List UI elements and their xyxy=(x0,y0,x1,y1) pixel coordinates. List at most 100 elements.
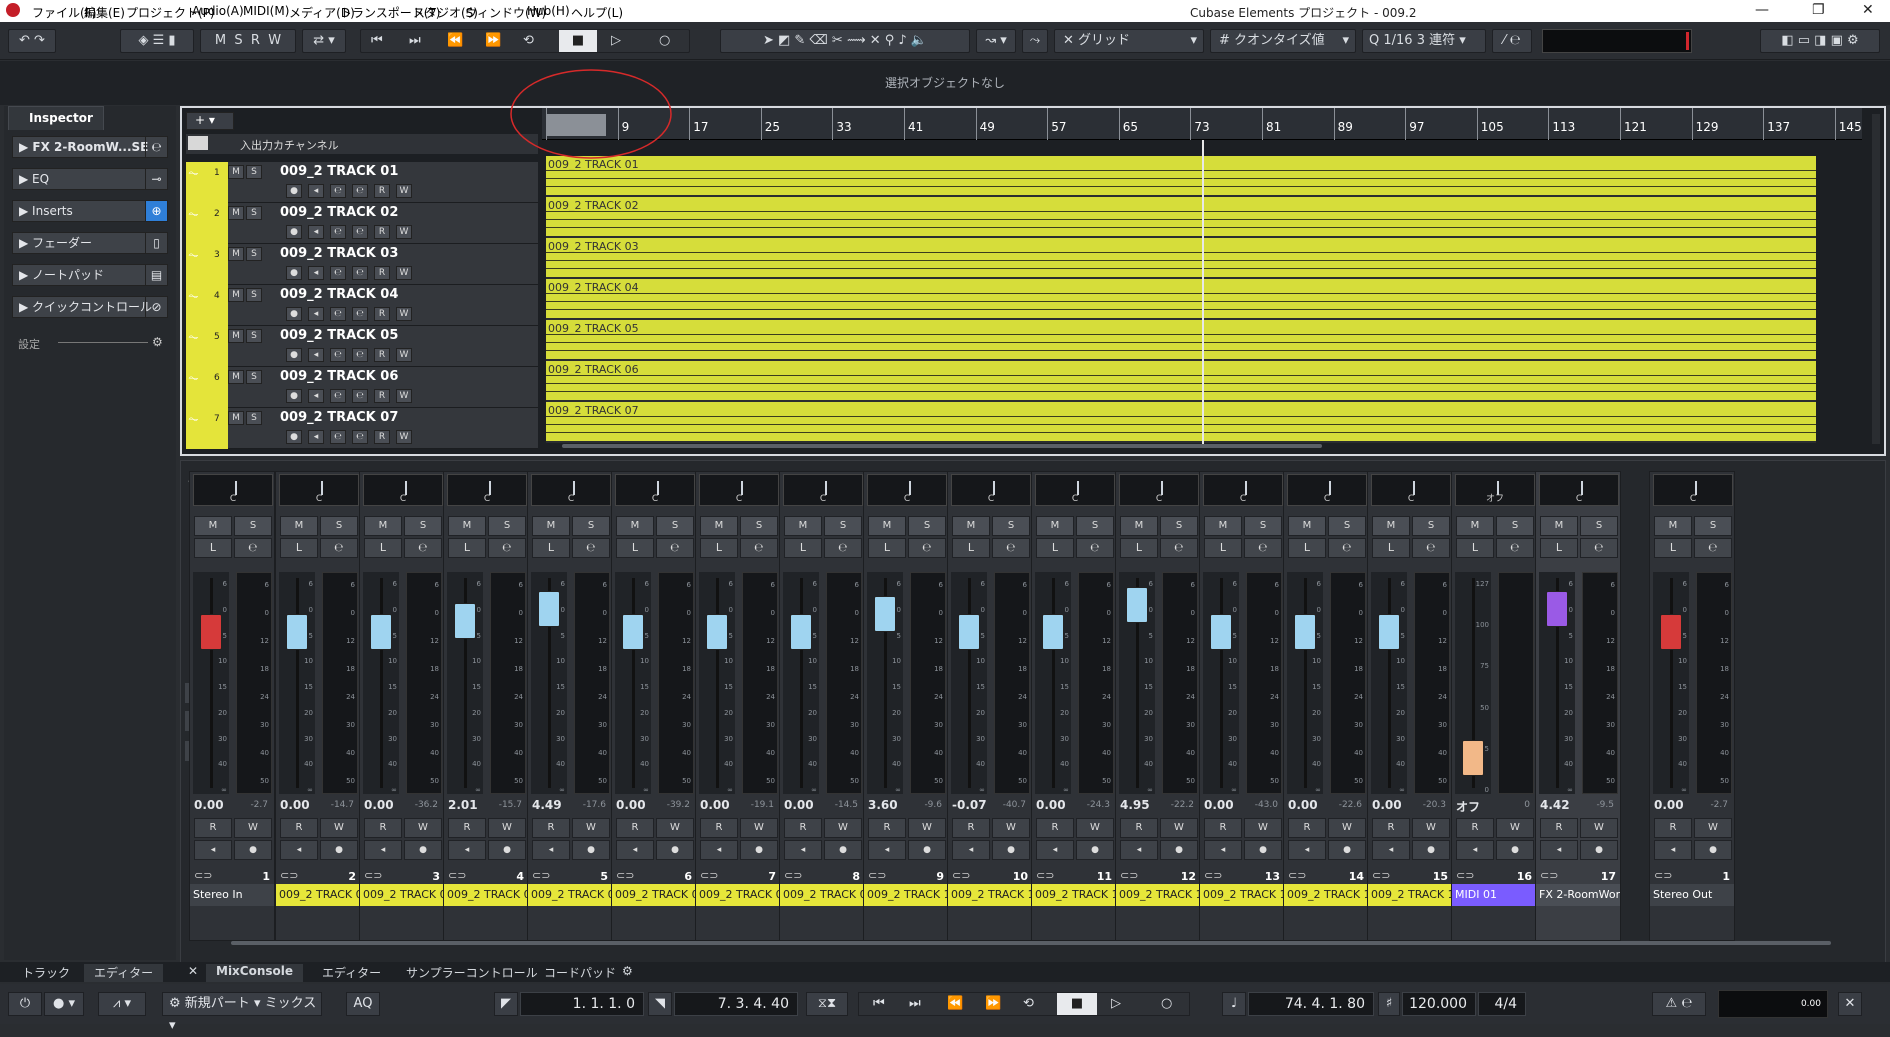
read-automation-button[interactable]: R xyxy=(374,266,390,280)
left-locator[interactable]: 1. 1. 1. 0 xyxy=(520,992,644,1016)
link-icon[interactable]: ⊂⊃ xyxy=(448,869,466,882)
pan-control[interactable]: C xyxy=(1119,474,1199,506)
inspector-section-fader[interactable]: ▶ フェーダー ▯ xyxy=(12,232,168,254)
listen-button[interactable]: L xyxy=(532,538,570,558)
solo-button[interactable]: S xyxy=(488,516,526,536)
record-icon[interactable]: ○ xyxy=(1161,996,1172,1011)
write-all-button[interactable]: W xyxy=(268,33,281,48)
pan-control[interactable]: C xyxy=(1203,474,1283,506)
peak-value[interactable]: -40.7 xyxy=(1003,800,1026,810)
write-automation-button[interactable]: W xyxy=(396,307,412,321)
stop-icon[interactable]: ■ xyxy=(559,30,597,52)
mute-button[interactable]: M xyxy=(952,516,990,536)
link-icon[interactable]: ⊂⊃ xyxy=(280,869,298,882)
close-zone-icon[interactable]: ✕ xyxy=(178,964,208,982)
solo-button[interactable]: S xyxy=(1328,516,1366,536)
monitor-button[interactable]: ◂ xyxy=(1456,840,1494,860)
mute-button[interactable]: M xyxy=(280,516,318,536)
monitor-button[interactable]: ◂ xyxy=(532,840,570,860)
listen-button[interactable]: L xyxy=(1654,538,1692,558)
channel-name[interactable]: FX 2-RoomWorks xyxy=(1536,884,1620,906)
menu-audio[interactable]: Audio(A) xyxy=(192,4,244,18)
write-automation-button[interactable]: W xyxy=(396,348,412,362)
mute-button[interactable]: M xyxy=(532,516,570,536)
track-header[interactable]: ⏦ 4 M S 009_2 TRACK 04 ● ◂ ℮ ℮ R W xyxy=(186,285,538,326)
link-icon[interactable]: ⊂⊃ xyxy=(364,869,382,882)
peak-value[interactable]: -9.6 xyxy=(924,800,942,810)
solo-button[interactable]: S xyxy=(1496,516,1534,536)
volume-value[interactable]: 4.95 xyxy=(1120,798,1150,812)
audio-event[interactable]: 009_2 TRACK 06 xyxy=(546,361,1816,402)
mute-button[interactable]: M xyxy=(1540,516,1578,536)
quantize-type-select[interactable]: # クオンタイズ値 ▾ xyxy=(1210,29,1356,53)
edit-channel-button[interactable]: ℮ xyxy=(404,538,442,558)
track-solo-button[interactable]: S xyxy=(246,411,262,425)
monitor-button[interactable]: ◂ xyxy=(1120,840,1158,860)
forward-icon[interactable]: ⏩ xyxy=(485,30,501,52)
volume-fader[interactable] xyxy=(1210,614,1232,650)
volume-fader[interactable] xyxy=(622,614,644,650)
edit-channel-button[interactable]: ℮ xyxy=(234,538,272,558)
track-solo-button[interactable]: S xyxy=(246,329,262,343)
solo-button[interactable]: S xyxy=(1076,516,1114,536)
record-enable-button[interactable]: ● xyxy=(740,840,778,860)
mute-button[interactable]: M xyxy=(194,516,232,536)
rewind-icon[interactable]: ⏪ xyxy=(947,996,963,1011)
track-name[interactable]: 009_2 TRACK 02 xyxy=(280,205,398,220)
monitor-button[interactable]: ◂ xyxy=(784,840,822,860)
edit-channel-button[interactable]: ℮ xyxy=(908,538,946,558)
write-automation-button[interactable]: W xyxy=(488,818,526,838)
play-icon[interactable]: ▷ xyxy=(1111,996,1121,1011)
notepad-icon[interactable]: ▤ xyxy=(145,265,167,285)
monitor-button[interactable]: ◂ xyxy=(194,840,232,860)
link-icon[interactable]: ⊂⊃ xyxy=(1540,869,1558,882)
edit-instrument-button[interactable]: ℮ xyxy=(352,348,368,362)
track-header[interactable]: ⏦ 5 M S 009_2 TRACK 05 ● ◂ ℮ ℮ R W xyxy=(186,326,538,367)
read-automation-button[interactable]: R xyxy=(1120,818,1158,838)
ruler[interactable]: 1917253341495765738189971051131211291371… xyxy=(542,108,1862,140)
monitor-button[interactable]: ◂ xyxy=(868,840,906,860)
vertical-scrollbar[interactable] xyxy=(1872,114,1880,444)
link-icon[interactable]: ⊂⊃ xyxy=(194,869,212,882)
tempo-track-icon[interactable]: ♯ xyxy=(1378,992,1400,1016)
record-enable-button[interactable]: ● xyxy=(1496,840,1534,860)
link-icon[interactable]: ⊂⊃ xyxy=(1372,869,1390,882)
left-locator-icon[interactable]: ◤ xyxy=(494,992,518,1016)
link-icon[interactable]: ⊂⊃ xyxy=(1456,869,1474,882)
track-mute-button[interactable]: M xyxy=(228,206,244,220)
track-name[interactable]: 009_2 TRACK 05 xyxy=(280,328,398,343)
go-end-icon[interactable]: ⏭ xyxy=(409,30,421,52)
inspector-section-quick-controls[interactable]: ▶ クイックコントロール ⊘ xyxy=(12,296,168,318)
link-icon[interactable]: ⊂⊃ xyxy=(1654,869,1672,882)
monitor-button[interactable]: ◂ xyxy=(308,348,324,362)
mute-button[interactable]: M xyxy=(1288,516,1326,536)
link-icon[interactable]: ⊂⊃ xyxy=(700,869,718,882)
link-icon[interactable]: ⊂⊃ xyxy=(784,869,802,882)
channel-name[interactable]: 009_2 TRACK 01 xyxy=(276,884,360,906)
write-automation-button[interactable]: W xyxy=(320,818,358,838)
monitor-button[interactable]: ◂ xyxy=(308,307,324,321)
write-automation-button[interactable]: W xyxy=(1580,818,1618,838)
edit-channel-button[interactable]: ℮ xyxy=(992,538,1030,558)
write-automation-button[interactable]: W xyxy=(1412,818,1450,838)
pan-control[interactable]: C xyxy=(363,474,443,506)
volume-value[interactable]: 0.00 xyxy=(364,798,394,812)
write-automation-button[interactable]: W xyxy=(1076,818,1114,838)
volume-fader[interactable] xyxy=(538,590,560,627)
audio-event[interactable]: 009_2 TRACK 04 xyxy=(546,279,1816,320)
pan-control[interactable]: C xyxy=(1653,474,1733,506)
peak-value[interactable]: -15.7 xyxy=(499,800,522,810)
listen-button[interactable]: L xyxy=(194,538,232,558)
monitor-button[interactable]: ◂ xyxy=(308,225,324,239)
solo-button[interactable]: S xyxy=(1694,516,1732,536)
auto-scroll-icon[interactable]: ↝ ▾ xyxy=(976,29,1016,53)
volume-fader[interactable] xyxy=(200,614,222,650)
monitor-button[interactable]: ◂ xyxy=(952,840,990,860)
record-enable-button[interactable]: ● xyxy=(1160,840,1198,860)
go-start-icon[interactable]: ⏮ xyxy=(873,996,885,1011)
edit-channel-button[interactable]: ℮ xyxy=(572,538,610,558)
edit-channel-button[interactable]: ℮ xyxy=(330,266,346,280)
write-automation-button[interactable]: W xyxy=(396,225,412,239)
mute-button[interactable]: M xyxy=(1456,516,1494,536)
volume-fader[interactable] xyxy=(706,614,728,650)
